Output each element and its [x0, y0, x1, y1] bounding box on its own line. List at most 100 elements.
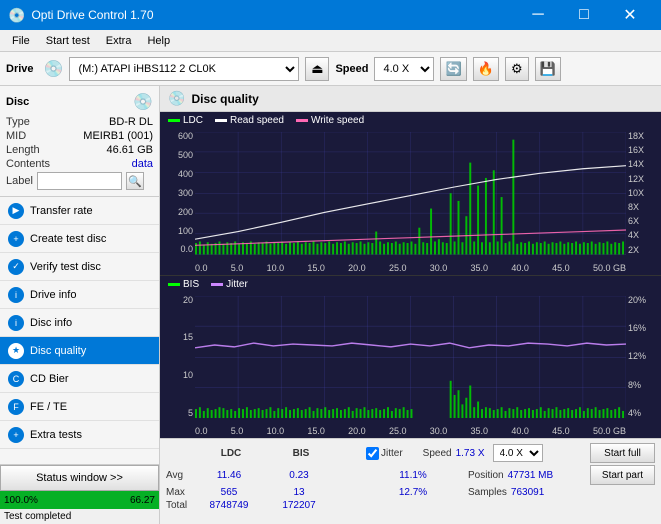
menu-bar: File Start test Extra Help: [0, 30, 661, 52]
drive-select[interactable]: (M:) ATAPI iHBS112 2 CL0K: [69, 57, 299, 81]
legend-jitter-label: Jitter: [226, 279, 248, 290]
speed-select[interactable]: 4.0 X: [374, 57, 434, 81]
drive-toolbar: Drive 💿 (M:) ATAPI iHBS112 2 CL0K ⏏ Spee…: [0, 52, 661, 86]
nav-label-cd-bier: CD Bier: [30, 373, 69, 385]
y1r-label-16x: 16X: [628, 146, 661, 155]
disc-section-title: Disc: [6, 96, 29, 108]
nav-icon-cd-bier: C: [8, 371, 24, 387]
status-text: Test completed: [0, 509, 159, 524]
nav-list: ▶ Transfer rate + Create test disc ✓ Ver…: [0, 197, 159, 449]
y2r-label-12p: 12%: [628, 352, 661, 361]
stats-max-row: Max 565 13 12.7% Samples 763091: [166, 487, 655, 498]
sidebar-status: Status window >> 100.0% 66.27 Test compl…: [0, 464, 159, 524]
samples-value: 763091: [511, 487, 544, 498]
start-part-button[interactable]: Start part: [590, 465, 655, 485]
maximize-button[interactable]: □: [561, 0, 607, 30]
menu-file[interactable]: File: [4, 33, 38, 49]
write-speed-color: [296, 119, 308, 122]
y1-label-300: 300: [178, 189, 193, 198]
progress-text: 100.0%: [0, 495, 38, 506]
x2-20: 20.0: [348, 426, 366, 436]
settings-button[interactable]: ⚙: [505, 57, 529, 81]
label-input[interactable]: [37, 172, 122, 190]
chart1-y-axis-left: 600 500 400 300 200 100 0.0: [160, 132, 195, 255]
legend-ldc-label: LDC: [183, 115, 203, 126]
drive-label: Drive: [6, 63, 34, 75]
charts-container: LDC Read speed Write speed 600 500 40: [160, 112, 661, 438]
type-label: Type: [6, 116, 30, 128]
menu-extra[interactable]: Extra: [98, 33, 140, 49]
x2-10: 10.0: [267, 426, 285, 436]
nav-cd-bier[interactable]: C CD Bier: [0, 365, 159, 393]
stats-col-jitter: Jitter: [381, 448, 403, 459]
nav-fe-te[interactable]: F FE / TE: [0, 393, 159, 421]
nav-label-disc-info: Disc info: [30, 317, 72, 329]
nav-icon-disc-quality: ★: [8, 343, 24, 359]
menu-start-test[interactable]: Start test: [38, 33, 98, 49]
menu-help[interactable]: Help: [139, 33, 178, 49]
nav-label-drive-info: Drive info: [30, 289, 76, 301]
stats-speed-label: Speed: [423, 448, 452, 459]
x1-10: 10.0: [267, 263, 285, 273]
stats-header: LDC BIS Jitter Speed 1.73 X 4.0 X Start …: [166, 443, 655, 463]
speed-label: Speed: [335, 63, 368, 75]
stats-speed-value: 1.73 X: [456, 448, 485, 459]
app-title: Opti Drive Control 1.70: [31, 8, 153, 22]
nav-icon-fe-te: F: [8, 399, 24, 415]
legend-read-speed-label: Read speed: [230, 115, 284, 126]
x1-50: 50.0 GB: [593, 263, 626, 273]
refresh-button[interactable]: 🔄: [440, 57, 466, 81]
x1-35: 35.0: [471, 263, 489, 273]
nav-disc-quality[interactable]: ★ Disc quality: [0, 337, 159, 365]
y1r-label-14x: 14X: [628, 160, 661, 169]
nav-drive-info[interactable]: i Drive info: [0, 281, 159, 309]
minimize-button[interactable]: ─: [515, 0, 561, 30]
y1r-label-12x: 12X: [628, 175, 661, 184]
x2-50: 50.0 GB: [593, 426, 626, 436]
y1r-label-4x: 4X: [628, 231, 661, 240]
contents-value: data: [132, 158, 153, 170]
burn-button[interactable]: 🔥: [473, 57, 499, 81]
bis-max: 13: [264, 487, 334, 498]
nav-create-test-disc[interactable]: + Create test disc: [0, 225, 159, 253]
x1-15: 15.0: [307, 263, 325, 273]
jitter-max: 12.7%: [378, 487, 448, 498]
jitter-checkbox[interactable]: [366, 447, 379, 460]
y2-label-5: 5: [188, 409, 193, 418]
chart1-svg: [195, 132, 626, 255]
start-buttons: Start full: [590, 443, 655, 463]
nav-icon-drive: i: [8, 287, 24, 303]
chart-ldc: LDC Read speed Write speed 600 500 40: [160, 112, 661, 276]
start-full-button[interactable]: Start full: [590, 443, 655, 463]
y1-label-500: 500: [178, 151, 193, 160]
jitter-avg: 11.1%: [378, 470, 448, 481]
nav-label-transfer-rate: Transfer rate: [30, 205, 93, 217]
y1-label-400: 400: [178, 170, 193, 179]
x1-25: 25.0: [389, 263, 407, 273]
eject-button[interactable]: ⏏: [305, 57, 329, 81]
status-window-button[interactable]: Status window >>: [0, 465, 159, 491]
nav-verify-test-disc[interactable]: ✓ Verify test disc: [0, 253, 159, 281]
close-button[interactable]: ✕: [607, 0, 653, 30]
y1-label-600: 600: [178, 132, 193, 141]
stats-col-bis: BIS: [266, 448, 336, 459]
progress-right-val: 66.27: [130, 495, 155, 506]
nav-extra-tests[interactable]: + Extra tests: [0, 421, 159, 449]
x1-0: 0.0: [195, 263, 208, 273]
nav-transfer-rate[interactable]: ▶ Transfer rate: [0, 197, 159, 225]
speed-combo-select[interactable]: 4.0 X: [493, 444, 543, 462]
nav-label-fe-te: FE / TE: [30, 401, 67, 413]
nav-disc-info[interactable]: i Disc info: [0, 309, 159, 337]
bis-avg: 0.23: [264, 470, 334, 481]
label-browse-button[interactable]: 🔍: [126, 172, 144, 190]
x2-25: 25.0: [389, 426, 407, 436]
mid-label: MID: [6, 130, 26, 142]
max-label: Max: [166, 487, 194, 498]
chart2-legend: BIS Jitter: [168, 279, 248, 290]
y2r-label-8p: 8%: [628, 381, 661, 390]
nav-icon-disc-info: i: [8, 315, 24, 331]
save-button[interactable]: 💾: [535, 57, 561, 81]
stats-avg-row: Avg 11.46 0.23 11.1% Position 47731 MB S…: [166, 465, 655, 485]
disc-eject-icon[interactable]: 💿: [133, 92, 153, 112]
y2-label-15: 15: [183, 333, 193, 342]
